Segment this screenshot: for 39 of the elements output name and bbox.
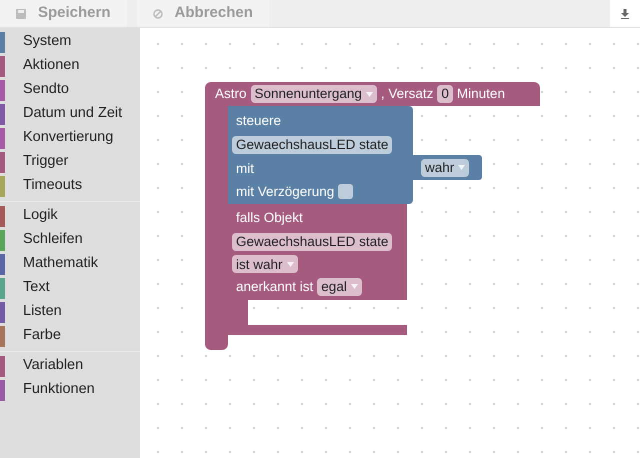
category-item[interactable]: Trigger <box>0 150 140 174</box>
block-label: mit <box>236 161 254 176</box>
object-field[interactable]: GewaechshausLED state <box>232 136 392 154</box>
block-label: anerkannt ist <box>236 280 314 294</box>
dropdown-field[interactable]: ist wahr <box>232 255 298 274</box>
category-item[interactable]: Konvertierung <box>0 126 140 150</box>
block-label: mit Verzögerung <box>236 185 334 199</box>
category-item[interactable]: System <box>0 30 140 54</box>
block-label: falls Objekt <box>236 210 303 226</box>
category-item[interactable]: Listen <box>0 300 140 324</box>
block-label: Astro <box>215 87 247 101</box>
category-item[interactable]: Sendto <box>0 78 140 102</box>
caret-icon <box>458 165 466 170</box>
category-item[interactable]: Text <box>0 276 140 300</box>
download-icon <box>620 8 630 18</box>
block-label: Minuten <box>456 87 505 101</box>
caret-icon <box>366 92 373 96</box>
category-item[interactable]: Logik <box>0 204 140 228</box>
object-field[interactable]: GewaechshausLED state <box>232 232 392 251</box>
download-button[interactable] <box>610 0 640 27</box>
caret-icon <box>286 262 294 267</box>
floppy-icon <box>16 8 26 18</box>
category-item[interactable]: Funktionen <box>0 378 140 402</box>
dropdown-field[interactable]: Sonnenuntergang <box>250 85 377 103</box>
category-item[interactable]: Variablen <box>0 354 140 378</box>
cancel-icon <box>152 8 163 18</box>
category-item[interactable]: Schleifen <box>0 228 140 252</box>
category-item[interactable]: Farbe <box>0 324 140 348</box>
dropdown-field[interactable]: egal <box>317 278 362 296</box>
category-item[interactable]: Datum und Zeit <box>0 102 140 126</box>
category-item[interactable]: Aktionen <box>0 54 140 78</box>
number-field[interactable]: 0 <box>437 85 453 103</box>
block-label: , Versatz <box>380 87 434 101</box>
category-item[interactable]: Timeouts <box>0 174 140 198</box>
caret-icon <box>350 284 358 290</box>
dropdown-field[interactable]: wahr <box>421 158 470 176</box>
category-item[interactable]: Mathematik <box>0 252 140 276</box>
delay-checkbox[interactable] <box>338 184 354 200</box>
block-label: steuere <box>236 112 282 128</box>
